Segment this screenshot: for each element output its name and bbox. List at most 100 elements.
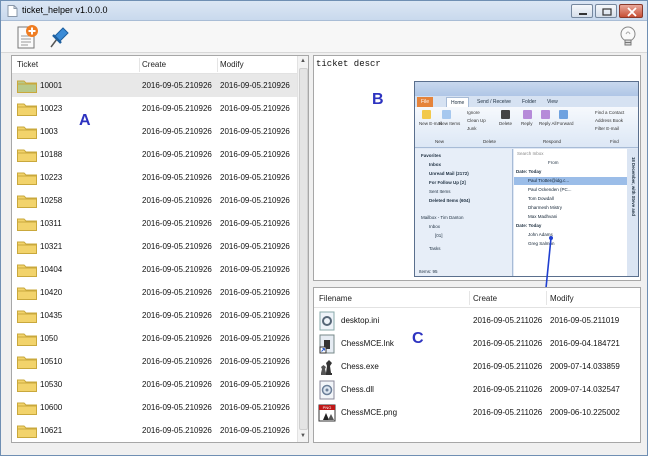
pin-button[interactable] [45,24,71,50]
folder-icon [17,264,37,277]
nav-status: Items: 95 [419,269,438,274]
outlook-mail-row: Paul Ockenden (PC... [514,186,627,194]
ticket-create: 2016-09-05.210926 [142,81,212,90]
column-filename[interactable]: Filename [319,294,352,303]
ticket-row[interactable]: 10311 2016-09-05.210926 2016-09-05.210926 [12,212,298,235]
column-separator[interactable] [469,291,470,305]
add-document-icon [17,25,38,49]
ticket-row[interactable]: 10188 2016-09-05.210926 2016-09-05.210926 [12,143,298,166]
outlook-sender: Max Madhvani [528,214,558,219]
ticket-row[interactable]: 10600 2016-09-05.210926 2016-09-05.210926 [12,396,298,419]
ticket-create: 2016-09-05.210926 [142,357,212,366]
new-items-icon [442,110,451,119]
label-a: A [79,112,91,129]
ticket-list[interactable]: Ticket Create Modify 10001 2016-09-05.210… [11,55,309,443]
ticket-modify: 2016-09-05.210926 [220,196,290,205]
file-row[interactable]: PNG ChessMCE.png 2016-09-05.211026 2009-06-… [314,401,640,424]
column-separator[interactable] [217,58,218,72]
column-create[interactable]: Create [473,294,497,303]
file-name: Chess.dll [341,385,374,394]
column-create[interactable]: Create [142,60,166,69]
file-name: ChessMCE.png [341,408,398,417]
reply-icon [523,110,532,119]
app-window: ticket_helper v1.0.0.0 Ticket Create Mod… [0,0,648,456]
ticket-id: 10600 [40,403,63,412]
file-row[interactable]: ChessMCE.lnk 2016-09-05.211026 2016-09-04.… [314,332,640,355]
ribbon-new-items: New Items [439,121,461,126]
folder-icon [17,149,37,162]
ticket-create: 2016-09-05.210926 [142,150,212,159]
ticket-create: 2016-09-05.210926 [142,403,212,412]
title-bar[interactable]: ticket_helper v1.0.0.0 [1,1,647,21]
maximize-icon [602,8,612,16]
column-modify[interactable]: Modify [220,60,244,69]
file-modify: 2016-09-04.184721 [550,339,620,348]
label-b: B [372,91,384,108]
minimize-button[interactable] [571,4,593,18]
file-list[interactable]: Filename Create Modify desktop.ini 2016-0… [313,287,641,443]
file-create: 2016-09-05.211026 [473,362,543,371]
ticket-row[interactable]: 10223 2016-09-05.210926 2016-09-05.210926 [12,166,298,189]
outlook-group-today: Date: Today [516,169,542,174]
column-ticket[interactable]: Ticket [17,60,38,69]
file-row[interactable]: desktop.ini 2016-09-05.211026 2016-09-05.2… [314,309,640,332]
ticket-modify: 2016-09-05.210926 [220,265,290,274]
ticket-row[interactable]: 10321 2016-09-05.210926 2016-09-05.210926 [12,235,298,258]
vertical-scrollbar[interactable]: ▲ ▼ [297,56,308,442]
file-name: ChessMCE.lnk [341,339,394,348]
outlook-tab-view: View [547,99,558,105]
ribbon-delete: Delete [499,121,513,126]
ticket-id: 10321 [40,242,63,251]
nav-sent: Sent Items [429,189,451,194]
ticket-modify: 2016-09-05.210926 [220,334,290,343]
ticket-row[interactable]: 10023 2016-09-05.210926 2016-09-05.210926 [12,97,298,120]
ticket-modify: 2016-09-05.210926 [220,426,290,435]
scroll-down-icon[interactable]: ▼ [298,431,308,441]
ticket-rows: 10001 2016-09-05.210926 2016-09-05.210926 1… [12,74,298,442]
new-email-icon [422,110,431,119]
file-row[interactable]: Chess.dll 2016-09-05.211026 2009-07-14.032… [314,378,640,401]
maximize-button[interactable] [595,4,617,18]
ticket-row[interactable]: 10530 2016-09-05.210926 2016-09-05.210926 [12,373,298,396]
file-create: 2016-09-05.211026 [473,385,543,394]
file-create: 2016-09-05.211026 [473,339,543,348]
file-row[interactable]: Chess.exe 2016-09-05.211026 2009-07-14.033… [314,355,640,378]
toolbar [1,21,647,53]
outlook-mail-row: Paul Trotter@idg.c... [514,177,627,185]
folder-icon [17,80,37,93]
ticket-row[interactable]: 10435 2016-09-05.210926 2016-09-05.210926 [12,304,298,327]
ticket-row[interactable]: 10621 2016-09-05.210926 2016-09-05.210926 [12,419,298,442]
file-list-header: Filename Create Modify [314,288,640,308]
close-button[interactable] [619,4,643,18]
file-create: 2016-09-05.211026 [473,408,543,417]
ticket-row[interactable]: 10001 2016-09-05.210926 2016-09-05.210926 [12,74,298,97]
ticket-row[interactable]: 10420 2016-09-05.210926 2016-09-05.210926 [12,281,298,304]
bulb-button[interactable] [615,24,641,50]
scrollbar-thumb[interactable] [299,68,308,430]
column-separator[interactable] [139,58,140,72]
nav-unread: Unread Mail (2172) [429,171,469,176]
ticket-id: 10223 [40,173,63,182]
ribbon-address-book: Address Book [595,118,624,123]
ticket-id: 10404 [40,265,63,274]
ticket-row[interactable]: 1003 2016-09-05.210926 2016-09-05.210926 [12,120,298,143]
ticket-row[interactable]: 10404 2016-09-05.210926 2016-09-05.210926 [12,258,298,281]
ticket-row[interactable]: 10258 2016-09-05.210926 2016-09-05.210926 [12,189,298,212]
ticket-id: 10001 [40,81,63,90]
ticket-create: 2016-09-05.210926 [142,219,212,228]
delete-icon [501,110,510,119]
description-text[interactable]: ticket descr [316,59,381,69]
scroll-up-icon[interactable]: ▲ [298,56,308,66]
ticket-row[interactable]: 10510 2016-09-05.210926 2016-09-05.210926 [12,350,298,373]
column-modify[interactable]: Modify [550,294,574,303]
lightbulb-icon [620,26,636,46]
ticket-create: 2016-09-05.210926 [142,242,212,251]
ticket-row[interactable]: 1050 2016-09-05.210926 2016-09-05.210926 [12,327,298,350]
minimize-icon [579,13,587,15]
nav-favorites: Favorites [421,153,442,158]
ticket-modify: 2016-09-05.210926 [220,380,290,389]
new-ticket-button[interactable] [14,24,40,50]
ticket-modify: 2016-09-05.210926 [220,219,290,228]
column-separator[interactable] [546,291,547,305]
outlook-tab-folder: Folder [522,99,537,105]
